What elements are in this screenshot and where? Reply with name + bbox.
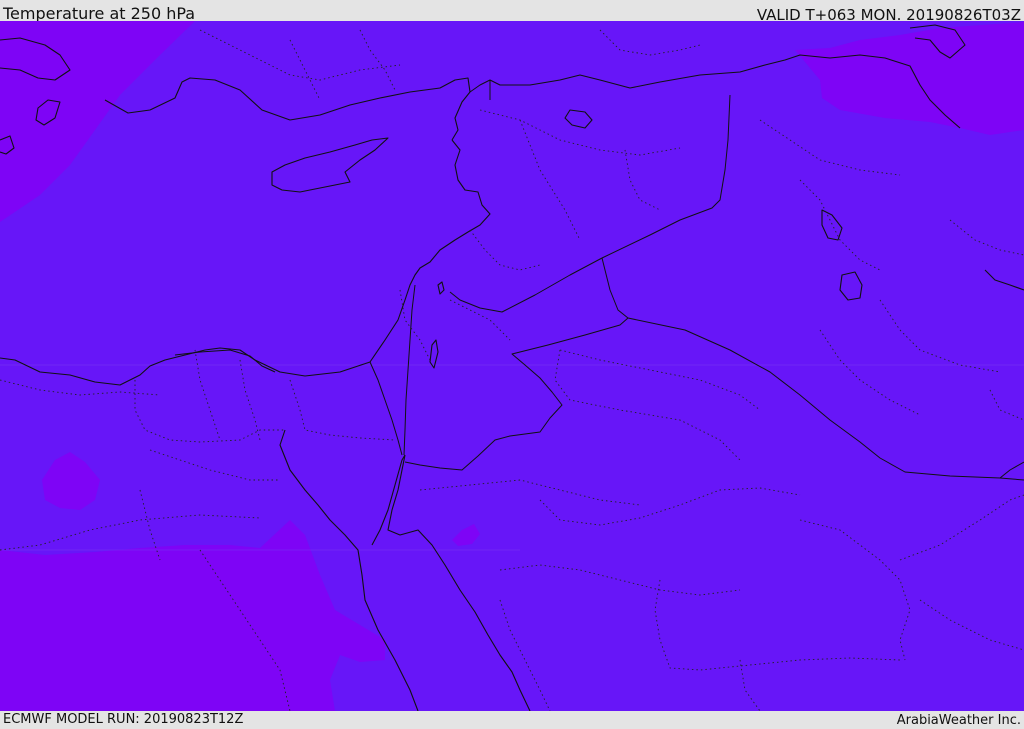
temperature-map [0, 21, 1024, 711]
credit-label: ArabiaWeather Inc. [896, 713, 1021, 728]
map-product-frame: Temperature at 250 hPa VALID T+063 MON. … [0, 0, 1024, 729]
header-bar: Temperature at 250 hPa VALID T+063 MON. … [0, 0, 1024, 24]
footer-bar: ECMWF MODEL RUN: 20190823T12Z ArabiaWeat… [0, 711, 1024, 729]
model-run-label: ECMWF MODEL RUN: 20190823T12Z [3, 712, 244, 727]
